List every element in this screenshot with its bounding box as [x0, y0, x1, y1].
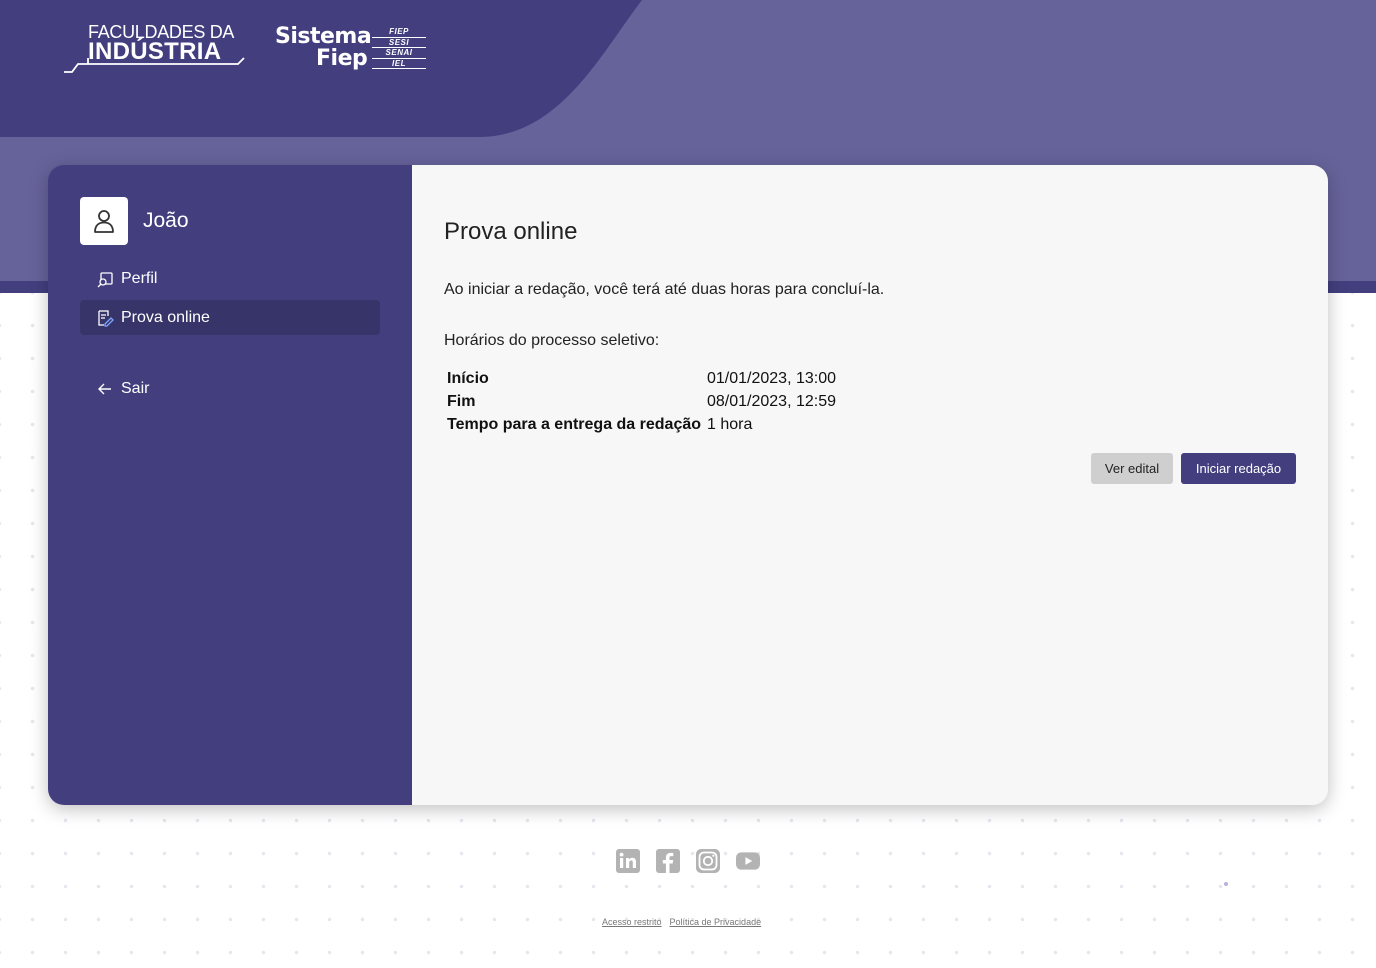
user-icon [94, 210, 114, 233]
logo-tag-senai: SENAI [372, 48, 426, 59]
arrow-left-icon [96, 380, 114, 398]
intro-text: Ao iniciar a redação, você terá até duas… [444, 281, 885, 298]
logo-fdi-line2: INDÚSTRIA [88, 38, 222, 65]
footer-links: Acesso restrito Política de Privacidade [602, 917, 761, 927]
youtube-icon[interactable] [736, 848, 760, 873]
politica-privacidade-link[interactable]: Política de Privacidade [670, 917, 762, 927]
acesso-restrito-link[interactable]: Acesso restrito [602, 917, 662, 927]
main-card: João Perfil Prova online Sair Prova onli… [48, 165, 1328, 805]
schedule-table: Início 01/01/2023, 13:00 Fim 08/01/2023,… [444, 367, 839, 436]
schedule-value: 01/01/2023, 13:00 [707, 369, 837, 387]
table-row: Tempo para a entrega da redação 1 hora [447, 413, 836, 436]
sidebar-item-label: Prova online [121, 308, 210, 326]
schedule-key: Fim [447, 392, 476, 410]
edit-document-icon [96, 309, 114, 327]
sidebar-item-prova-online[interactable]: Prova online [80, 300, 380, 335]
decorative-dot [1224, 882, 1228, 886]
sistema-fiep-logo[interactable]: Sistema Fiep FIEP SESI SENAI IEL [275, 24, 427, 74]
iniciar-redacao-button[interactable]: Iniciar redação [1181, 453, 1296, 484]
schedule-title: Horários do processo seletivo: [444, 332, 660, 349]
sidebar-item-label: Sair [121, 379, 150, 397]
profile-search-icon [96, 270, 114, 288]
facebook-icon[interactable] [656, 848, 680, 873]
sidebar: João Perfil Prova online Sair [48, 165, 412, 805]
table-row: Início 01/01/2023, 13:00 [447, 367, 836, 390]
logo-tag-fiep: FIEP [372, 27, 426, 38]
schedule-key: Início [447, 369, 489, 387]
social-links [616, 848, 760, 873]
schedule-value: 08/01/2023, 12:59 [707, 392, 837, 410]
logo-tag-iel: IEL [372, 59, 426, 69]
linkedin-icon[interactable] [616, 848, 640, 873]
content-panel: Prova online Ao iniciar a redação, você … [412, 165, 1328, 805]
sidebar-item-label: Perfil [121, 269, 158, 287]
sidebar-item-perfil[interactable]: Perfil [80, 261, 380, 296]
ver-edital-button[interactable]: Ver edital [1091, 453, 1173, 484]
user-name: João [143, 209, 189, 232]
logo-fiep-line2: Fiep [316, 46, 368, 71]
logo-tag-sesi: SESI [372, 38, 426, 48]
instagram-icon[interactable] [696, 848, 720, 873]
schedule-value: 1 hora [707, 415, 753, 433]
schedule-key: Tempo para a entrega da redação [447, 415, 702, 433]
logo-fiep-tags: FIEP SESI SENAI IEL [372, 27, 426, 69]
page-title: Prova online [444, 218, 578, 245]
faculdades-industria-logo[interactable]: FACULDADES DA INDÚSTRIA [64, 22, 246, 74]
table-row: Fim 08/01/2023, 12:59 [447, 390, 836, 413]
sidebar-item-sair[interactable]: Sair [80, 371, 380, 406]
avatar [80, 197, 128, 245]
